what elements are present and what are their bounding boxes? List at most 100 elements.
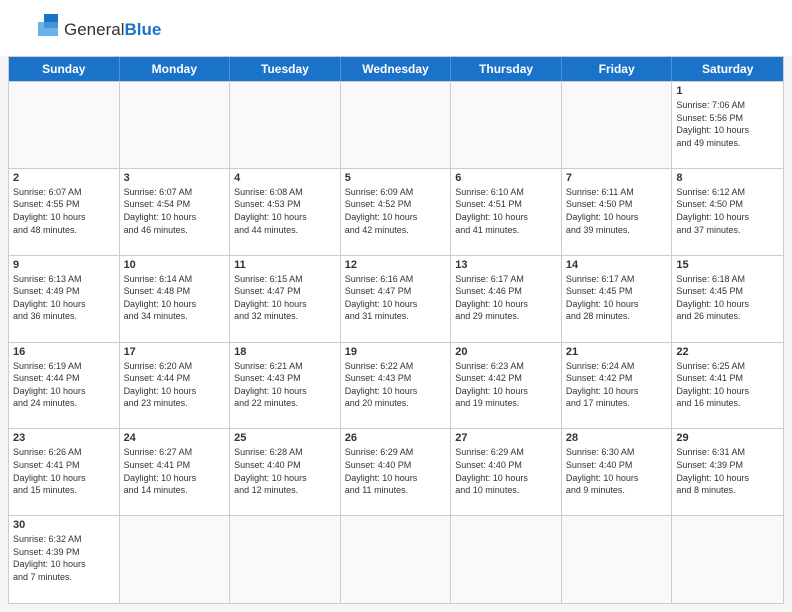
cell-empty-41	[672, 516, 783, 603]
logo-text: GeneralBlue	[64, 21, 161, 40]
day-header-monday: Monday	[120, 57, 231, 81]
logo-svg	[16, 12, 60, 48]
cell-day-8: 8 Sunrise: 6:12 AM Sunset: 4:50 PM Daylig…	[672, 169, 783, 256]
day-number: 26	[345, 432, 447, 444]
day-number: 30	[13, 519, 115, 531]
calendar-container: SundayMondayTuesdayWednesdayThursdayFrid…	[8, 56, 784, 604]
cell-info: Sunrise: 6:20 AM Sunset: 4:44 PM Dayligh…	[124, 360, 226, 410]
day-number: 8	[676, 172, 779, 184]
cell-info: Sunrise: 6:09 AM Sunset: 4:52 PM Dayligh…	[345, 186, 447, 236]
cell-info: Sunrise: 6:14 AM Sunset: 4:48 PM Dayligh…	[124, 273, 226, 323]
cell-info: Sunrise: 6:16 AM Sunset: 4:47 PM Dayligh…	[345, 273, 447, 323]
day-number: 13	[455, 259, 557, 271]
cell-day-27: 27Sunrise: 6:29 AM Sunset: 4:40 PM Dayli…	[451, 429, 562, 516]
day-number: 20	[455, 346, 557, 358]
day-number: 18	[234, 346, 336, 358]
cell-day-24: 24 Sunrise: 6:27 AM Sunset: 4:41 PM Dayli…	[120, 429, 231, 516]
day-number: 23	[13, 432, 115, 444]
cell-info: Sunrise: 6:30 AM Sunset: 4:40 PM Dayligh…	[566, 446, 668, 496]
cell-empty-1	[120, 82, 231, 169]
cell-info: Sunrise: 6:21 AM Sunset: 4:43 PM Dayligh…	[234, 360, 336, 410]
day-number: 1	[676, 85, 779, 97]
cell-empty-38	[341, 516, 452, 603]
day-header-saturday: Saturday	[672, 57, 783, 81]
cell-day-29: 29Sunrise: 6:31 AM Sunset: 4:39 PM Dayli…	[672, 429, 783, 516]
day-header-friday: Friday	[562, 57, 673, 81]
cell-info: Sunrise: 6:22 AM Sunset: 4:43 PM Dayligh…	[345, 360, 447, 410]
cell-day-11: 11 Sunrise: 6:15 AM Sunset: 4:47 PM Dayli…	[230, 256, 341, 343]
cell-info: Sunrise: 6:11 AM Sunset: 4:50 PM Dayligh…	[566, 186, 668, 236]
cell-day-4: 4 Sunrise: 6:08 AM Sunset: 4:53 PM Daylig…	[230, 169, 341, 256]
cell-day-25: 25 Sunrise: 6:28 AM Sunset: 4:40 PM Dayli…	[230, 429, 341, 516]
cell-day-2: 2Sunrise: 6:07 AM Sunset: 4:55 PM Daylig…	[9, 169, 120, 256]
day-headers: SundayMondayTuesdayWednesdayThursdayFrid…	[9, 57, 783, 81]
cell-info: Sunrise: 6:26 AM Sunset: 4:41 PM Dayligh…	[13, 446, 115, 496]
day-number: 9	[13, 259, 115, 271]
cell-info: Sunrise: 6:24 AM Sunset: 4:42 PM Dayligh…	[566, 360, 668, 410]
day-number: 29	[676, 432, 779, 444]
cell-day-21: 21 Sunrise: 6:24 AM Sunset: 4:42 PM Dayli…	[562, 343, 673, 430]
cell-empty-2	[230, 82, 341, 169]
cell-day-20: 20 Sunrise: 6:23 AM Sunset: 4:42 PM Dayli…	[451, 343, 562, 430]
cell-day-9: 9Sunrise: 6:13 AM Sunset: 4:49 PM Daylig…	[9, 256, 120, 343]
cell-info: Sunrise: 6:17 AM Sunset: 4:46 PM Dayligh…	[455, 273, 557, 323]
cell-info: Sunrise: 6:08 AM Sunset: 4:53 PM Dayligh…	[234, 186, 336, 236]
cell-day-18: 18 Sunrise: 6:21 AM Sunset: 4:43 PM Dayli…	[230, 343, 341, 430]
day-number: 6	[455, 172, 557, 184]
cell-info: Sunrise: 6:28 AM Sunset: 4:40 PM Dayligh…	[234, 446, 336, 496]
cell-info: Sunrise: 6:19 AM Sunset: 4:44 PM Dayligh…	[13, 360, 115, 410]
day-number: 22	[676, 346, 779, 358]
calendar-page: GeneralBlue SundayMondayTuesdayWednesday…	[0, 0, 792, 612]
cell-info: Sunrise: 6:27 AM Sunset: 4:41 PM Dayligh…	[124, 446, 226, 496]
cell-day-22: 22 Sunrise: 6:25 AM Sunset: 4:41 PM Dayli…	[672, 343, 783, 430]
day-number: 12	[345, 259, 447, 271]
cell-day-23: 23 Sunrise: 6:26 AM Sunset: 4:41 PM Dayli…	[9, 429, 120, 516]
cell-empty-0	[9, 82, 120, 169]
cell-empty-4	[451, 82, 562, 169]
day-number: 5	[345, 172, 447, 184]
cell-day-6: 6 Sunrise: 6:10 AM Sunset: 4:51 PM Daylig…	[451, 169, 562, 256]
cell-day-3: 3 Sunrise: 6:07 AM Sunset: 4:54 PM Daylig…	[120, 169, 231, 256]
day-header-wednesday: Wednesday	[341, 57, 452, 81]
cell-empty-5	[562, 82, 673, 169]
day-number: 27	[455, 432, 557, 444]
cell-empty-3	[341, 82, 452, 169]
day-number: 10	[124, 259, 226, 271]
cell-info: Sunrise: 6:32 AM Sunset: 4:39 PM Dayligh…	[13, 533, 115, 583]
cell-day-14: 14 Sunrise: 6:17 AM Sunset: 4:45 PM Dayli…	[562, 256, 673, 343]
cell-empty-39	[451, 516, 562, 603]
day-header-sunday: Sunday	[9, 57, 120, 81]
day-header-thursday: Thursday	[451, 57, 562, 81]
cell-info: Sunrise: 6:29 AM Sunset: 4:40 PM Dayligh…	[345, 446, 447, 496]
cell-day-26: 26 Sunrise: 6:29 AM Sunset: 4:40 PM Dayli…	[341, 429, 452, 516]
day-number: 11	[234, 259, 336, 271]
cell-day-13: 13 Sunrise: 6:17 AM Sunset: 4:46 PM Dayli…	[451, 256, 562, 343]
cell-info: Sunrise: 6:10 AM Sunset: 4:51 PM Dayligh…	[455, 186, 557, 236]
cell-info: Sunrise: 6:23 AM Sunset: 4:42 PM Dayligh…	[455, 360, 557, 410]
calendar-grid: 1 Sunrise: 7:06 AM Sunset: 5:56 PM Daylig…	[9, 81, 783, 603]
cell-info: Sunrise: 6:15 AM Sunset: 4:47 PM Dayligh…	[234, 273, 336, 323]
cell-info: Sunrise: 6:18 AM Sunset: 4:45 PM Dayligh…	[676, 273, 779, 323]
cell-day-12: 12 Sunrise: 6:16 AM Sunset: 4:47 PM Dayli…	[341, 256, 452, 343]
day-number: 21	[566, 346, 668, 358]
day-number: 4	[234, 172, 336, 184]
day-number: 25	[234, 432, 336, 444]
day-number: 3	[124, 172, 226, 184]
header: GeneralBlue	[0, 0, 792, 56]
logo: GeneralBlue	[16, 12, 161, 48]
cell-day-17: 17 Sunrise: 6:20 AM Sunset: 4:44 PM Dayli…	[120, 343, 231, 430]
day-number: 14	[566, 259, 668, 271]
cell-day-10: 10 Sunrise: 6:14 AM Sunset: 4:48 PM Dayli…	[120, 256, 231, 343]
cell-info: Sunrise: 6:07 AM Sunset: 4:54 PM Dayligh…	[124, 186, 226, 236]
cell-day-16: 16Sunrise: 6:19 AM Sunset: 4:44 PM Dayli…	[9, 343, 120, 430]
day-header-tuesday: Tuesday	[230, 57, 341, 81]
cell-day-5: 5 Sunrise: 6:09 AM Sunset: 4:52 PM Daylig…	[341, 169, 452, 256]
cell-info: Sunrise: 7:06 AM Sunset: 5:56 PM Dayligh…	[676, 99, 779, 149]
cell-info: Sunrise: 6:17 AM Sunset: 4:45 PM Dayligh…	[566, 273, 668, 323]
day-number: 17	[124, 346, 226, 358]
day-number: 24	[124, 432, 226, 444]
cell-info: Sunrise: 6:07 AM Sunset: 4:55 PM Dayligh…	[13, 186, 115, 236]
cell-info: Sunrise: 6:25 AM Sunset: 4:41 PM Dayligh…	[676, 360, 779, 410]
day-number: 7	[566, 172, 668, 184]
cell-info: Sunrise: 6:12 AM Sunset: 4:50 PM Dayligh…	[676, 186, 779, 236]
